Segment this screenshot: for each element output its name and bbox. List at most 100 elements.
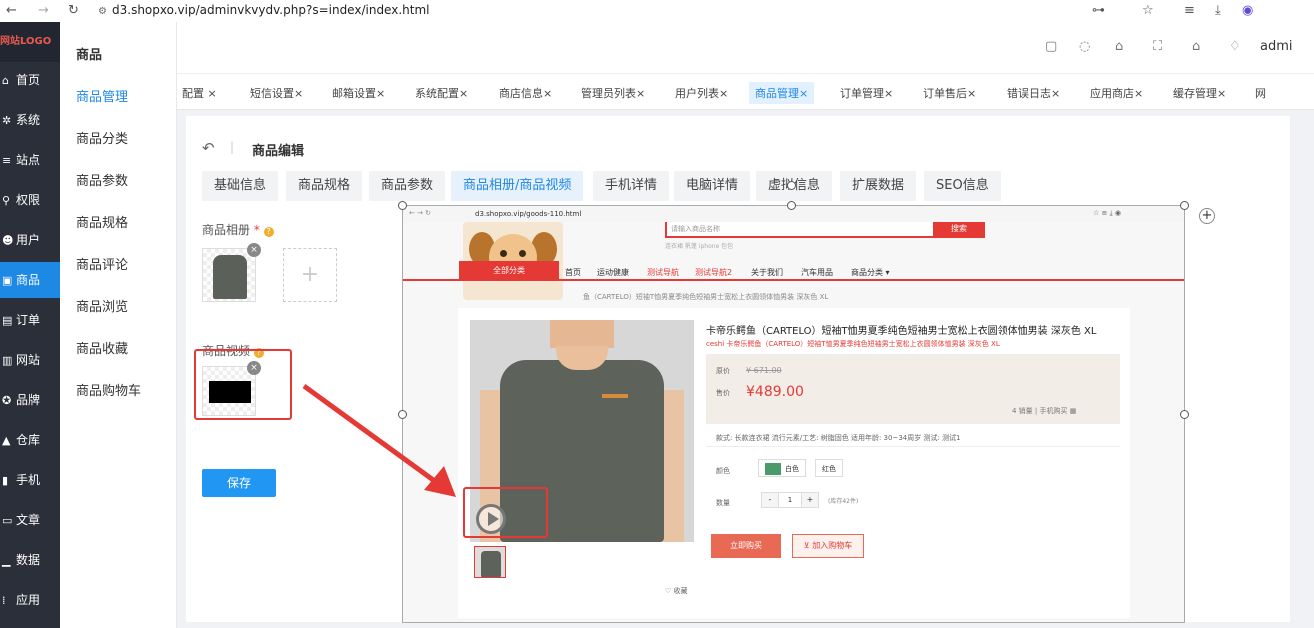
sidebar-item-0[interactable]: ⌂ 首页 — [0, 62, 60, 98]
tab-item-13[interactable]: 网 — [1255, 85, 1266, 101]
submenu-item-5[interactable]: 商品浏览 — [76, 296, 128, 315]
qty-input[interactable]: 1 — [779, 492, 801, 508]
bell-icon[interactable]: ♢ — [1229, 39, 1241, 54]
submenu-item-4[interactable]: 商品评论 — [76, 254, 128, 273]
color-option-white[interactable]: 白色 — [758, 459, 806, 477]
qty-minus-button[interactable]: - — [761, 492, 779, 508]
submenu-item-3[interactable]: 商品规格 — [76, 212, 128, 231]
annotation-highlight-play — [463, 487, 548, 538]
tab-item-2[interactable]: 邮箱设置× — [332, 85, 385, 101]
favorite-link[interactable]: ♡ 收藏 — [665, 586, 688, 596]
resize-handle[interactable] — [398, 410, 407, 419]
tab-item-10[interactable]: 错误日志× — [1007, 85, 1060, 101]
sidebar-item-label: 网站 — [16, 353, 41, 367]
preview-nav-item-6[interactable]: 商品分类 ▾ — [851, 267, 890, 278]
album-image-thumb[interactable]: × — [202, 243, 261, 302]
submenu-item-6[interactable]: 商品收藏 — [76, 338, 128, 357]
sidebar-item-13[interactable]: ⁞ 应用 — [0, 582, 60, 618]
product-thumb[interactable] — [474, 546, 506, 578]
sidebar-item-11[interactable]: ▭ 文章 — [0, 502, 60, 538]
editor-tab-5[interactable]: 电脑详情 — [674, 171, 751, 201]
preview-nav-item-1[interactable]: 运动健康 — [597, 267, 629, 278]
editor-tab-4[interactable]: 手机详情 — [593, 171, 670, 201]
forward-icon[interactable]: → — [38, 3, 49, 18]
sidebar-item-4[interactable]: ☻ 用户 — [0, 222, 60, 258]
palette-icon[interactable]: ◌ — [1079, 39, 1090, 54]
rotate-handle[interactable] — [787, 181, 796, 190]
editor-tab-1[interactable]: 商品规格 — [286, 171, 363, 201]
add-image-button[interactable]: + — [283, 248, 337, 302]
tab-item-0[interactable]: 配置 × — [182, 85, 217, 101]
editor-tab-7[interactable]: 扩展数据 — [840, 171, 917, 201]
back-arrow-icon[interactable]: ↶ — [202, 139, 215, 157]
qty-plus-button[interactable]: + — [801, 492, 819, 508]
tab-item-1[interactable]: 短信设置× — [250, 85, 303, 101]
add-icon[interactable]: + — [1199, 208, 1215, 224]
sidebar-item-12[interactable]: ▁ 数据 — [0, 542, 60, 578]
resize-handle[interactable] — [398, 201, 407, 210]
store-icon[interactable]: ⌂ — [1115, 39, 1123, 54]
screen-icon[interactable]: ▢ — [1045, 39, 1057, 54]
editor-tab-8[interactable]: SEO信息 — [924, 171, 1001, 201]
user-name[interactable]: admi — [1260, 39, 1293, 54]
reload-icon[interactable]: ↻ — [68, 3, 79, 18]
buy-now-button[interactable]: 立即购买 — [711, 534, 781, 558]
sale-price-label: 售价 — [716, 389, 730, 397]
bookmark-star-icon[interactable]: ☆ — [1142, 3, 1154, 18]
key-icon[interactable]: ⊶ — [1092, 3, 1105, 18]
submenu-item-7[interactable]: 商品购物车 — [76, 380, 141, 399]
site-info-icon[interactable]: ⚙ — [98, 2, 112, 21]
tabs-bar: 配置 × 短信设置× 邮箱设置× 系统配置× 商店信息× 管理员列表× 用户列表× 商品管理×… — [177, 74, 1314, 110]
back-icon[interactable]: ← — [6, 3, 17, 18]
resize-handle[interactable] — [1180, 201, 1189, 210]
submenu-item-2[interactable]: 商品参数 — [76, 170, 128, 189]
sidebar-item-5[interactable]: ▣ 商品 — [0, 262, 60, 298]
color-option-label: 白色 — [785, 465, 799, 473]
help-icon[interactable]: ? — [263, 227, 274, 237]
resize-handle[interactable] — [787, 201, 796, 210]
editor-tab-3[interactable]: 商品相册/商品视频 — [451, 171, 584, 201]
preview-nav-item-2[interactable]: 测试导航 — [647, 267, 679, 278]
tab-item-9[interactable]: 订单售后× — [923, 85, 976, 101]
sidebar-item-2[interactable]: ≡ 站点 — [0, 142, 60, 178]
sidebar-item-6[interactable]: ▤ 订单 — [0, 302, 60, 338]
tab-item-12[interactable]: 缓存管理× — [1173, 85, 1226, 101]
home-icon[interactable]: ⌂ — [1192, 39, 1200, 54]
fullscreen-icon[interactable]: ⛶ — [1153, 39, 1162, 54]
resize-handle[interactable] — [1180, 410, 1189, 419]
tab-item-4[interactable]: 商店信息× — [499, 85, 552, 101]
sidebar-item-10[interactable]: ▮ 手机 — [0, 462, 60, 498]
preview-nav-item-0[interactable]: 首页 — [565, 267, 581, 278]
add-to-cart-button[interactable]: ⊻ 加入购物车 — [792, 534, 864, 558]
address-bar[interactable]: ⚙ d3.shopxo.vip/adminvkvydv.php?s=index/i… — [98, 1, 1098, 20]
preview-nav-item-4[interactable]: 关于我们 — [751, 267, 783, 278]
tab-item-7[interactable]: 商品管理× — [749, 82, 815, 104]
editor-tab-2[interactable]: 商品参数 — [369, 171, 446, 201]
preview-all-categories[interactable]: 全部分类 — [459, 261, 559, 281]
sidebar-item-7[interactable]: ▥ 网站 — [0, 342, 60, 378]
preview-nav-item-5[interactable]: 汽车用品 — [801, 267, 833, 278]
site-logo[interactable]: 网站LOGO — [0, 22, 60, 62]
sidebar-item-8[interactable]: ✪ 品牌 — [0, 382, 60, 418]
color-option-red[interactable]: 红色 — [815, 459, 843, 477]
submenu-item-1[interactable]: 商品分类 — [76, 128, 128, 147]
submenu-item-0[interactable]: 商品管理 — [76, 86, 128, 105]
sidebar-item-9[interactable]: ▲ 仓库 — [0, 422, 60, 458]
sidebar-item-1[interactable]: ✲ 系统 — [0, 102, 60, 138]
preview-nav-item-3[interactable]: 测试导航2 — [695, 267, 732, 278]
media-icon[interactable]: ≡ — [1184, 3, 1195, 18]
tab-item-3[interactable]: 系统配置× — [415, 85, 468, 101]
sold-count: 4 销量 | 手机购买 ▦ — [1012, 407, 1077, 415]
tab-item-8[interactable]: 订单管理× — [840, 85, 893, 101]
remove-image-icon[interactable]: × — [247, 243, 261, 257]
save-button[interactable]: 保存 — [202, 469, 276, 497]
tab-item-6[interactable]: 用户列表× — [675, 85, 728, 101]
preview-search-button[interactable]: 搜索 — [933, 222, 985, 238]
editor-tab-0[interactable]: 基础信息 — [202, 171, 279, 201]
profile-icon[interactable]: ◉ — [1242, 3, 1253, 18]
submenu-title: 商品 — [76, 48, 103, 63]
sidebar-item-3[interactable]: ⚲ 权限 — [0, 182, 60, 218]
tab-item-11[interactable]: 应用商店× — [1090, 85, 1143, 101]
tab-item-5[interactable]: 管理员列表× — [581, 85, 645, 101]
download-icon[interactable]: ⤓ — [1215, 3, 1221, 18]
